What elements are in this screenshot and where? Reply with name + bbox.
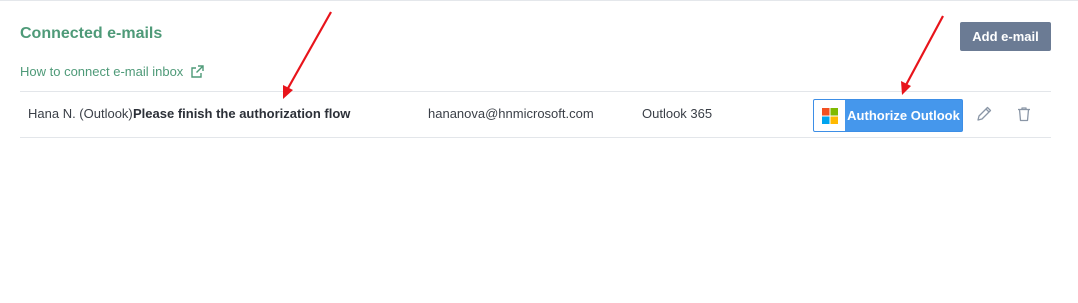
annotation-arrow-left [283,11,332,99]
trash-icon [1018,107,1030,122]
help-link-label: How to connect e-mail inbox [20,64,184,79]
annotation-arrow-right [901,15,944,95]
table-row: Hana N. (Outlook) Please finish the auth… [20,91,1051,138]
authorize-outlook-button[interactable]: Authorize Outlook [813,99,963,132]
account-provider: Outlook 365 [642,106,713,121]
microsoft-logo-icon [814,100,845,131]
annotation-arrows [283,11,944,99]
delete-button[interactable] [1015,105,1033,123]
account-name: Hana N. (Outlook) [28,106,133,121]
external-link-icon [191,64,205,78]
authorization-warning: Please finish the authorization flow [133,106,351,121]
help-link[interactable]: How to connect e-mail inbox [20,64,205,79]
add-email-button[interactable]: Add e-mail [960,22,1051,51]
authorize-outlook-label: Authorize Outlook [847,108,960,123]
top-divider [0,0,1078,1]
account-email: hananova@hnmicrosoft.com [428,106,594,121]
pencil-icon [977,106,992,121]
edit-button[interactable] [975,105,993,123]
page-title: Connected e-mails [20,25,163,42]
